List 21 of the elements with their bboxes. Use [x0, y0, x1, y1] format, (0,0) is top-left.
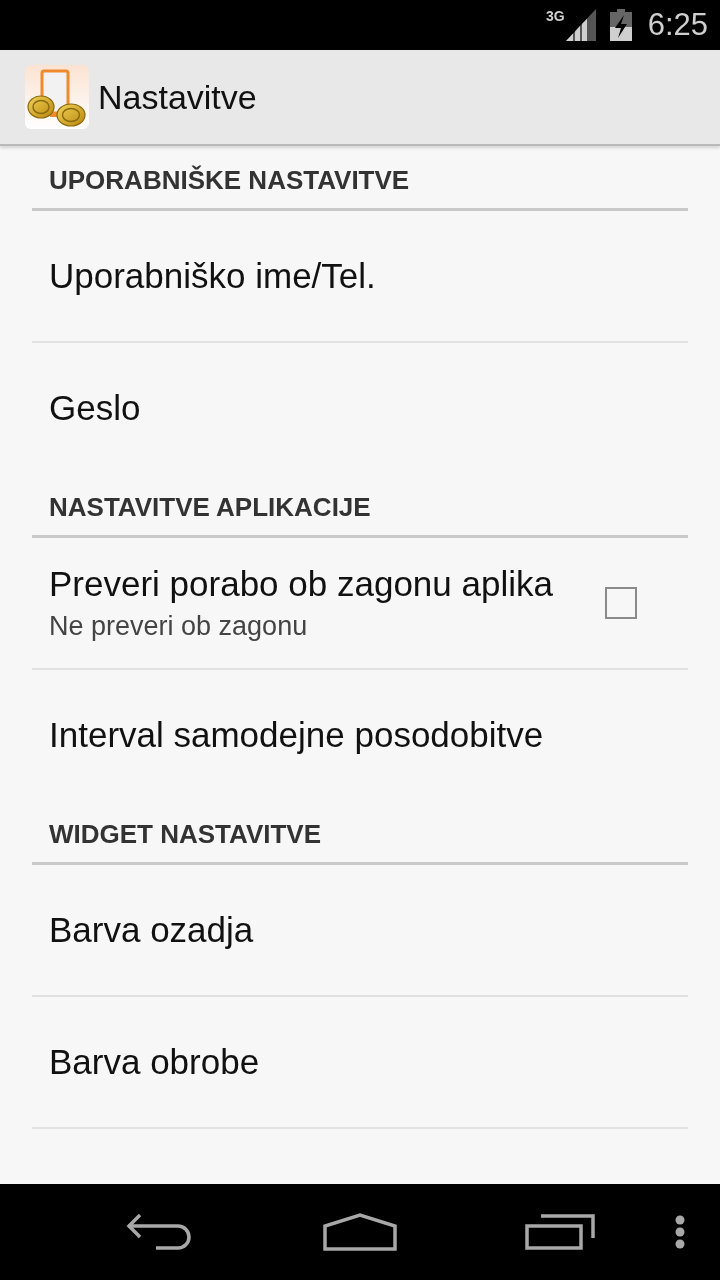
- preference-item[interactable]: Barva ozadja: [49, 910, 254, 950]
- preference-title[interactable]: Preveri porabo ob zagonu aplika: [49, 564, 605, 604]
- preference-item[interactable]: Geslo: [49, 388, 141, 428]
- preference-item[interactable]: Uporabniško ime/Tel.: [49, 256, 376, 296]
- screen-title: Nastavitve: [98, 77, 257, 117]
- category-title: WIDGET NASTAVITVE: [49, 819, 322, 849]
- preference-summary: Ne preveri ob zagonu: [49, 610, 309, 642]
- phone-coins-icon: [25, 65, 89, 129]
- network-type-label: 3G: [545, 9, 565, 23]
- signal-icon: [565, 9, 596, 41]
- preference-item[interactable]: Interval samodejne posodobitve: [49, 715, 544, 755]
- category-title: NASTAVITVE APLIKACIJE: [49, 492, 371, 522]
- preference-item[interactable]: Barva obrobe: [49, 1042, 260, 1082]
- battery-charging-icon: [609, 9, 632, 41]
- recent-apps-icon[interactable]: [525, 1214, 595, 1250]
- home-icon[interactable]: [323, 1213, 397, 1251]
- category-title: UPORABNIŠKE NASTAVITVE: [49, 165, 410, 195]
- clock-time: 6:25: [647, 7, 708, 43]
- checkbox[interactable]: [605, 587, 637, 619]
- back-icon[interactable]: [126, 1214, 194, 1250]
- overflow-menu-icon[interactable]: [674, 1215, 686, 1249]
